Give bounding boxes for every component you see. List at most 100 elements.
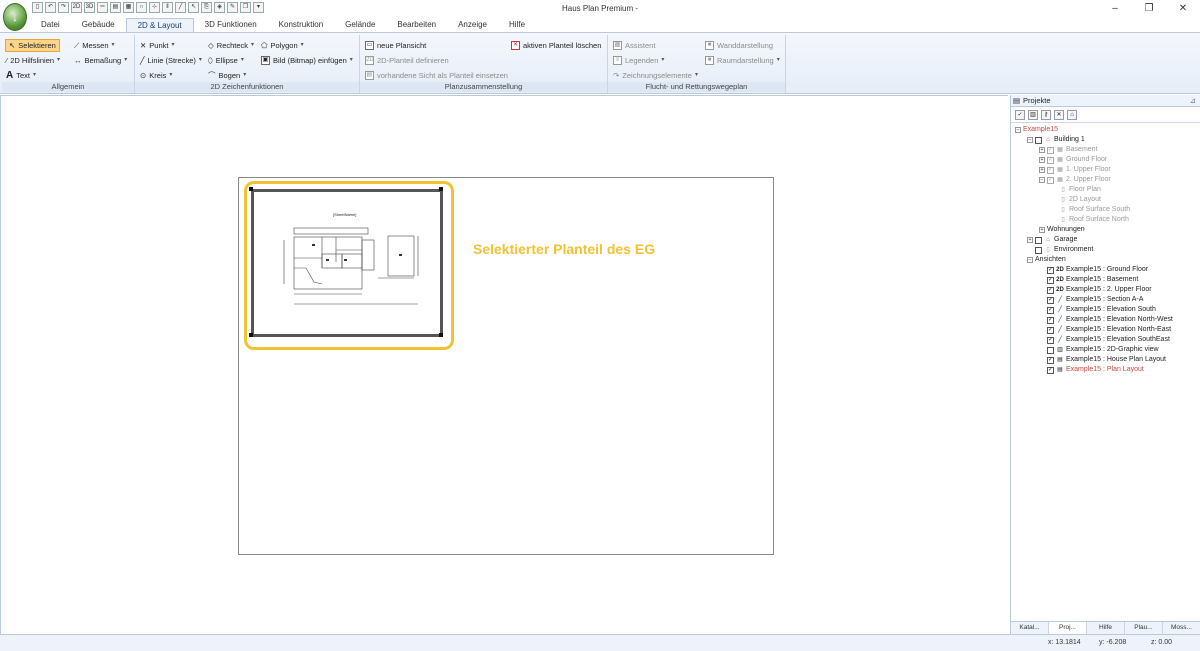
assistent-button[interactable]: ▩ Assistent xyxy=(613,39,655,52)
checkbox[interactable]: ✓ xyxy=(1047,276,1054,284)
checkbox[interactable]: ✓ xyxy=(1047,316,1054,324)
app-menu-button[interactable]: ↓ xyxy=(3,3,27,31)
tree-node-roof-north[interactable]: ▯ Roof Surface North xyxy=(1059,215,1129,225)
tab-hilfe-panel[interactable]: Hilfe xyxy=(1087,622,1125,634)
select-icon[interactable]: ↖ xyxy=(188,2,199,13)
tab-3d-funktionen[interactable]: 3D Funktionen xyxy=(194,18,268,32)
punkt-button[interactable]: ✕ Punkt ▾ xyxy=(140,39,175,52)
drawing-canvas[interactable]: [SheetName] Selektierter Planteil des EG xyxy=(0,95,1008,634)
bogen-button[interactable]: ⌒ Bogen ▾ xyxy=(208,69,246,82)
view-item[interactable]: ✓ ╱ Example15 : Elevation North-West xyxy=(1047,315,1173,325)
view-item[interactable]: ✓ ▤ Example15 : House Plan Layout xyxy=(1047,355,1166,365)
expand-icon[interactable]: + xyxy=(1027,237,1033,243)
tree-node-roof-south[interactable]: ▯ Roof Surface South xyxy=(1059,205,1130,215)
checkbox[interactable]: ✓ xyxy=(1047,306,1054,314)
rechteck-button[interactable]: ◇ Rechteck ▾ xyxy=(208,39,254,52)
key-icon[interactable]: ⚷ xyxy=(1041,110,1051,120)
view-item[interactable]: ✓ ╱ Example15 : Elevation South xyxy=(1047,305,1156,315)
line-icon[interactable]: ╱ xyxy=(175,2,186,13)
tab-katalog[interactable]: Katal... xyxy=(1011,622,1049,634)
sicht-einsetzen-button[interactable]: ▤ vorhandene Sicht als Planteil einsetzen xyxy=(365,69,508,82)
polygon-button[interactable]: ⬠ Polygon ▾ xyxy=(261,39,304,52)
tab-projekte[interactable]: Proj... xyxy=(1049,622,1087,634)
bild-button[interactable]: ▣ Bild (Bitmap) einfügen ▾ xyxy=(261,54,353,67)
checkbox[interactable] xyxy=(1035,246,1042,254)
pen-icon[interactable]: ✎ xyxy=(227,2,238,13)
snap-icon[interactable]: ⊹ xyxy=(149,2,160,13)
checkbox[interactable] xyxy=(1035,136,1042,144)
pin-icon[interactable]: ⊿ xyxy=(1190,95,1196,107)
tree-node-ansichten[interactable]: − Ansichten xyxy=(1027,255,1066,265)
close-button[interactable]: ✕ xyxy=(1166,0,1200,17)
tab-2d-layout[interactable]: 2D & Layout xyxy=(125,18,194,32)
tab-bearbeiten[interactable]: Bearbeiten xyxy=(386,18,447,32)
view-item[interactable]: ✓ ╱ Example15 : Elevation SouthEast xyxy=(1047,335,1170,345)
wall-icon[interactable]: ═ xyxy=(97,2,108,13)
paste-icon[interactable]: ⎘ xyxy=(201,2,212,13)
checkbox[interactable]: ✓ xyxy=(1047,166,1054,174)
view-item[interactable]: ✓ ╱ Example15 : Elevation North-East xyxy=(1047,325,1171,335)
checkbox[interactable]: ✓ xyxy=(1047,176,1054,184)
undo-icon[interactable]: ↶ xyxy=(45,2,56,13)
checkbox[interactable]: ✓ xyxy=(1047,366,1054,374)
checkbox[interactable]: ✓ xyxy=(1047,286,1054,294)
redo-icon[interactable]: ↷ xyxy=(58,2,69,13)
customize-icon[interactable]: ▾ xyxy=(253,2,264,13)
chart-icon[interactable]: ▥ xyxy=(1028,110,1038,120)
minimize-button[interactable]: – xyxy=(1098,0,1132,17)
tree-node-building[interactable]: − ⌂ Building 1 xyxy=(1027,135,1085,145)
restore-button[interactable]: ❐ xyxy=(1132,0,1166,17)
tab-gelaende[interactable]: Gelände xyxy=(334,18,386,32)
house-icon[interactable]: ⌂ xyxy=(1067,110,1077,120)
planteil-loeschen-button[interactable]: ✕ aktiven Planteil löschen xyxy=(511,39,601,52)
tree-node-garage[interactable]: + ⌂ Garage xyxy=(1027,235,1077,245)
tree-node-upper-floor-1[interactable]: + ✓ ▦ 1. Upper Floor xyxy=(1039,165,1111,175)
expand-icon[interactable]: + xyxy=(1039,157,1045,163)
view-item[interactable]: ✓ 2D Example15 : Ground Floor xyxy=(1047,265,1148,275)
collapse-icon[interactable]: − xyxy=(1027,257,1033,263)
grid-icon[interactable]: ▦ xyxy=(123,2,134,13)
linie-button[interactable]: ╱ Linie (Strecke) ▾ xyxy=(140,54,202,67)
planteil-definieren-button[interactable]: 2D 2D-Planteil definieren xyxy=(365,54,449,67)
window-icon[interactable]: ▤ xyxy=(110,2,121,13)
checkbox[interactable]: ✓ xyxy=(1047,146,1054,154)
view-2d-button[interactable]: 2D xyxy=(71,2,82,13)
collapse-icon[interactable]: − xyxy=(1027,137,1033,143)
bemassung-button[interactable]: ↔ Bemaßung ▾ xyxy=(74,54,127,67)
tab-plau[interactable]: Plau... xyxy=(1125,622,1163,634)
tree-node-environment[interactable]: ▯ Environment xyxy=(1035,245,1093,255)
checkbox[interactable] xyxy=(1047,346,1054,354)
checkbox[interactable]: ✓ xyxy=(1047,336,1054,344)
new-file-icon[interactable]: ▯ xyxy=(32,2,43,13)
view-item[interactable]: ✓ 2D Example15 : Basement xyxy=(1047,275,1138,285)
expand-icon[interactable]: + xyxy=(1039,167,1045,173)
tree-node-ground-floor[interactable]: + ✓ ▦ Ground Floor xyxy=(1039,155,1107,165)
legenden-button[interactable]: ≡ Legenden ▾ xyxy=(613,54,664,67)
collapse-icon[interactable]: − xyxy=(1015,127,1021,133)
tab-konstruktion[interactable]: Konstruktion xyxy=(268,18,334,32)
kreis-button[interactable]: ⊙ Kreis ▾ xyxy=(140,69,172,82)
wanddarstellung-button[interactable]: ■ Wanddarstellung xyxy=(705,39,773,52)
checkbox[interactable]: ✓ xyxy=(1047,356,1054,364)
tree-node-floor-plan[interactable]: ▯ Floor Plan xyxy=(1059,185,1101,195)
view-3d-button[interactable]: 3D xyxy=(84,2,95,13)
checkbox[interactable]: ✓ xyxy=(1047,156,1054,164)
neue-plansicht-button[interactable]: ▭ neue Plansicht xyxy=(365,39,426,52)
messen-button[interactable]: ⟋ Messen ▾ xyxy=(74,39,115,52)
expand-icon[interactable]: + xyxy=(1039,147,1045,153)
check-icon[interactable]: ✓ xyxy=(1015,110,1025,120)
tab-gebaeude[interactable]: Gebäude xyxy=(71,18,126,32)
tab-datei[interactable]: Datei xyxy=(30,18,71,32)
collapse-icon[interactable]: − xyxy=(1039,177,1045,183)
view-item[interactable]: ✓ 2D Example15 : 2. Upper Floor xyxy=(1047,285,1152,295)
tree-node-2d-layout[interactable]: ▯ 2D Layout xyxy=(1059,195,1101,205)
checkbox[interactable]: ✓ xyxy=(1047,266,1054,274)
view-item[interactable]: ✓ ╱ Example15 : Section A-A xyxy=(1047,295,1143,305)
magnet-icon[interactable]: ∩ xyxy=(136,2,147,13)
view-item-active[interactable]: ✓ ▤ Example15 : Plan Layout xyxy=(1047,365,1144,375)
text-button[interactable]: A Text ▾ xyxy=(6,69,36,82)
hilfslinien-button[interactable]: ⁄ 2D Hilfslinien ▾ xyxy=(6,54,60,67)
copy-icon[interactable]: ❐ xyxy=(240,2,251,13)
selektieren-button[interactable]: ↖ Selektieren xyxy=(5,39,60,52)
tab-hilfe[interactable]: Hilfe xyxy=(498,18,536,32)
